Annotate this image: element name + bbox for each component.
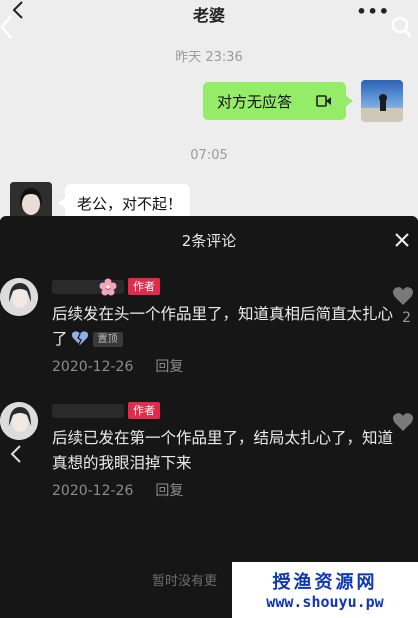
reply-button[interactable]: 回复 [155,359,183,375]
comment-username[interactable] [52,404,124,418]
watermark-url: www.shouyu.pw [266,593,384,611]
received-message-text: 老公，对不起！ [77,195,183,213]
panel-title: 2条评论 [181,232,237,250]
chat-header: 老婆 ••• [0,0,418,39]
broken-heart-icon [71,331,88,345]
like-count: 2 [402,310,411,326]
author-badge: 作者 [128,402,160,419]
comment-text: 后续已发在第一个作品里了，结局太扎心了，知道真想的我眼泪掉下来 [52,429,394,472]
avatar[interactable] [361,80,403,122]
wechat-chat: 老婆 ••• 昨天 23:36 对方无应答 07:05 老公，对不起！ [0,0,418,220]
chevron-left-icon[interactable] [10,444,22,464]
voice-call-icon [316,95,331,107]
reply-button[interactable]: 回复 [155,483,183,499]
avatar-image [0,278,38,316]
author-badge: 作者 [128,278,160,295]
avatar-image [10,182,52,220]
watermark-title: 授渔资源网 [272,572,378,593]
comments-panel: 2条评论 作者 后续发在头一个作品里了，知道真相后简直太扎心了 置顶 2020-… [0,216,418,618]
avatar-image [0,402,38,440]
comment-avatar[interactable] [0,402,38,440]
comment-date: 2020-12-26 [52,483,134,499]
pinned-badge: 置顶 [92,332,123,347]
search-icon[interactable] [390,14,412,40]
no-more-comments-text: 暂时没有更 [152,574,218,589]
sent-message-bubble[interactable]: 对方无应答 [203,82,353,120]
heart-icon[interactable] [392,286,414,306]
sent-message-text: 对方无应答 [217,93,293,111]
comment-meta: 2020-12-26 回复 [52,480,183,500]
timestamp: 07:05 [190,148,228,163]
received-message-bubble[interactable]: 老公，对不起！ [58,184,190,220]
comment-date: 2020-12-26 [52,359,134,375]
heart-icon[interactable] [392,412,414,432]
chat-title: 老婆 [192,6,225,25]
comment-text: 后续发在头一个作品里了，知道真相后简直太扎心了 置顶 [52,302,397,352]
comment-meta: 2020-12-26 回复 [52,356,183,376]
cherry-blossom-icon [99,278,117,296]
comment-avatar[interactable] [0,278,38,316]
watermark: 授渔资源网 www.shouyu.pw [232,562,418,618]
avatar[interactable] [10,182,52,220]
more-icon[interactable]: ••• [356,2,390,21]
timestamp: 昨天 23:36 [175,50,243,65]
avatar-image [361,94,403,122]
close-icon[interactable] [392,230,412,250]
